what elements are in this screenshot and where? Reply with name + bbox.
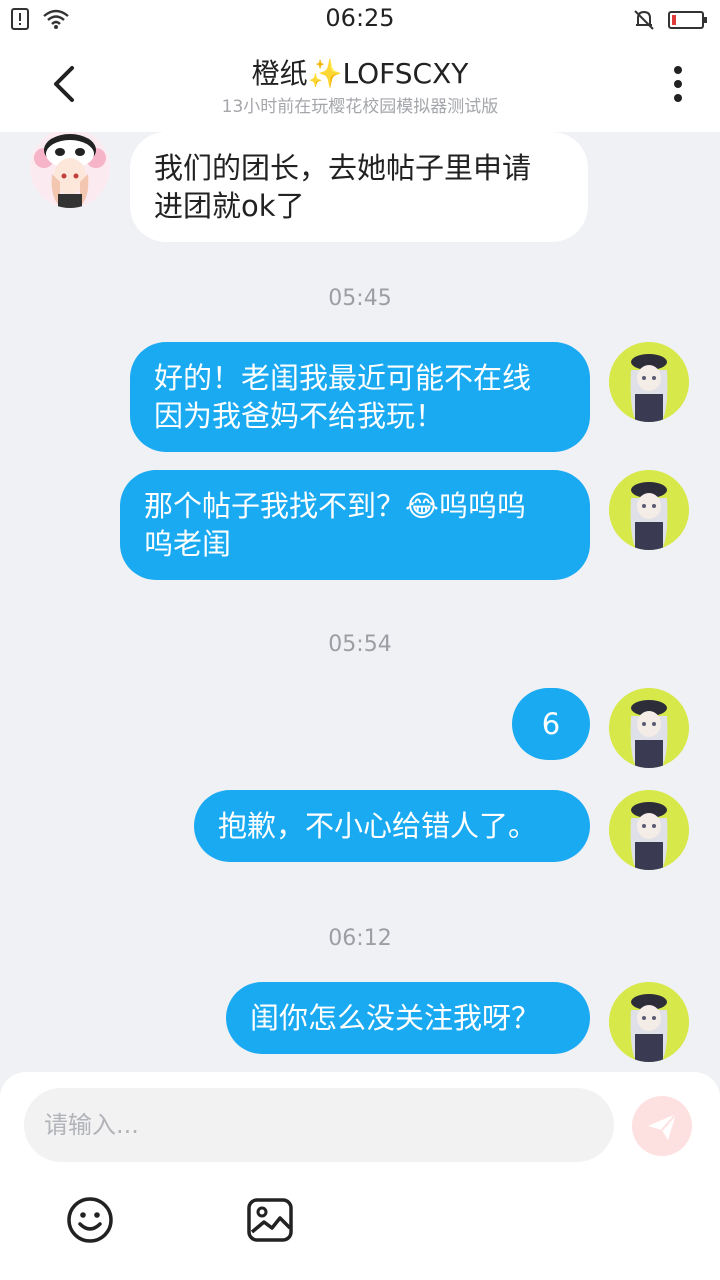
timestamp: 06:12: [328, 926, 392, 951]
status-time: 06:25: [325, 4, 395, 32]
emoji-icon: [67, 1197, 113, 1243]
message-bubble-sent[interactable]: 闺你怎么没关注我呀？: [226, 982, 590, 1054]
status-bar: 06:25: [0, 0, 720, 40]
my-avatar[interactable]: [609, 982, 689, 1062]
send-icon: [648, 1113, 677, 1140]
message-bubble-received[interactable]: 我们的团长，去她帖子里申请 进团就ok了: [130, 132, 588, 242]
image-button[interactable]: [246, 1196, 294, 1244]
message-bubble-sent[interactable]: 那个帖子我找不到？😂呜呜呜 呜老闺: [120, 470, 590, 580]
image-icon: [247, 1198, 293, 1242]
chat-header: 橙纸✨LOFSCXY 13小时前在玩樱花校园模拟器测试版: [0, 40, 720, 132]
chat-subtitle: 13小时前在玩樱花校园模拟器测试版: [221, 97, 499, 117]
timestamp: 05:54: [328, 632, 392, 657]
more-options-button[interactable]: [666, 64, 690, 104]
mute-bell-icon: [632, 8, 656, 36]
message-input[interactable]: [24, 1088, 614, 1162]
my-avatar[interactable]: [609, 470, 689, 550]
message-list[interactable]: 我们的团长，去她帖子里申请 进团就ok了 05:45 好的！老闺我最近可能不在线…: [0, 132, 720, 1072]
my-avatar[interactable]: [609, 688, 689, 768]
contact-avatar[interactable]: [30, 132, 110, 208]
message-bubble-sent[interactable]: 抱歉，不小心给错人了。: [194, 790, 590, 862]
message-bubble-sent[interactable]: 6: [512, 688, 590, 760]
chat-title: 橙纸✨LOFSCXY: [251, 57, 469, 90]
send-button[interactable]: [632, 1096, 692, 1156]
emoji-button[interactable]: [66, 1196, 114, 1244]
more-vertical-icon: [674, 66, 682, 102]
message-bubble-sent[interactable]: 好的！老闺我最近可能不在线 因为我爸妈不给我玩！: [130, 342, 590, 452]
timestamp: 05:45: [328, 286, 392, 311]
battery-low-icon: [668, 10, 708, 34]
composer-panel: [0, 1072, 720, 1280]
my-avatar[interactable]: [609, 790, 689, 870]
my-avatar[interactable]: [609, 342, 689, 422]
status-right-icons: [632, 8, 708, 36]
